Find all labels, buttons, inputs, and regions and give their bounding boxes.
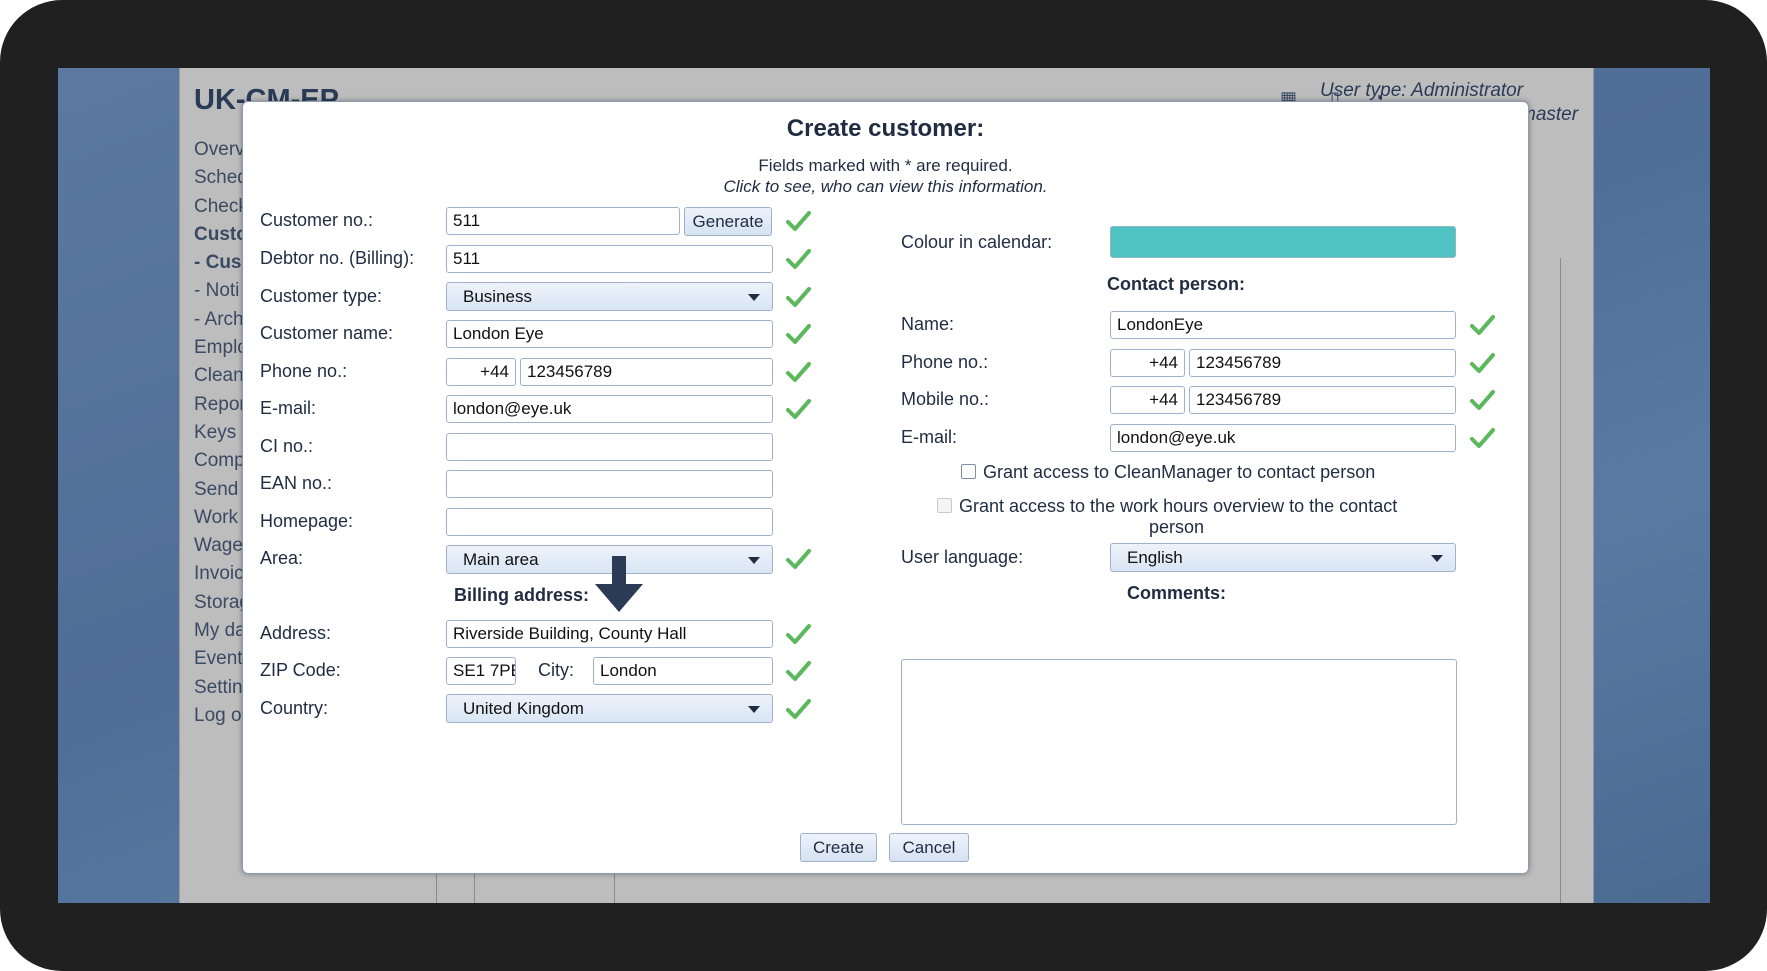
valid-check-icon bbox=[784, 620, 812, 648]
visibility-note[interactable]: Click to see, who can view this informat… bbox=[243, 177, 1528, 197]
customer-name-input[interactable]: London Eye bbox=[446, 320, 773, 348]
contact-phone-label: Phone no.: bbox=[901, 352, 989, 372]
user-language-label: User language: bbox=[901, 547, 1024, 567]
customer-type-select[interactable]: Business bbox=[446, 282, 773, 311]
ean-no-input[interactable] bbox=[446, 470, 773, 498]
contact-mobile-prefix-input[interactable]: +44 bbox=[1110, 386, 1185, 414]
area-value: Main area bbox=[463, 550, 539, 569]
grant-cleanmanager-label: Grant access to CleanManager to contact … bbox=[983, 462, 1376, 482]
city-label: City: bbox=[538, 660, 574, 680]
generate-button[interactable]: Generate bbox=[684, 207, 772, 236]
country-value: United Kingdom bbox=[463, 699, 584, 718]
customer-name-label: Customer name: bbox=[260, 323, 394, 343]
valid-check-icon bbox=[784, 395, 812, 423]
valid-check-icon bbox=[1468, 424, 1496, 452]
user-type-label: User type: Administrator bbox=[1320, 80, 1524, 101]
address-label: Address: bbox=[260, 623, 332, 643]
billing-address-heading: Billing address: bbox=[454, 585, 590, 605]
phone-number-input[interactable]: 123456789 bbox=[520, 358, 773, 386]
grant-workhours-checkbox[interactable] bbox=[937, 498, 952, 513]
valid-check-icon bbox=[1468, 311, 1496, 339]
valid-check-icon bbox=[1468, 349, 1496, 377]
chevron-down-icon bbox=[1431, 555, 1443, 562]
email-input[interactable]: london@eye.uk bbox=[446, 395, 773, 423]
chevron-down-icon bbox=[748, 706, 760, 713]
user-language-value: English bbox=[1127, 548, 1183, 567]
debtor-no-label: Debtor no. (Billing): bbox=[260, 248, 415, 268]
cancel-button[interactable]: Cancel bbox=[889, 833, 969, 862]
grant-workhours-label-cont: person bbox=[1149, 517, 1205, 537]
colour-label: Colour in calendar: bbox=[901, 232, 1053, 252]
ean-no-label: EAN no.: bbox=[260, 473, 333, 493]
city-input[interactable]: London bbox=[593, 657, 773, 685]
homepage-label: Homepage: bbox=[260, 511, 354, 531]
contact-name-input[interactable]: LondonEye bbox=[1110, 311, 1456, 339]
valid-check-icon bbox=[784, 320, 812, 348]
grant-workhours-label: Grant access to the work hours overview … bbox=[959, 496, 1398, 516]
valid-check-icon bbox=[784, 207, 812, 235]
create-button[interactable]: Create bbox=[800, 833, 877, 862]
chevron-down-icon bbox=[748, 294, 760, 301]
dialog-title: Create customer: bbox=[786, 115, 985, 142]
homepage-input[interactable] bbox=[446, 508, 773, 536]
zip-label: ZIP Code: bbox=[260, 660, 341, 680]
chevron-down-icon bbox=[748, 557, 760, 564]
contact-phone-prefix-input[interactable]: +44 bbox=[1110, 349, 1185, 377]
valid-check-icon bbox=[784, 245, 812, 273]
calendar-colour-picker[interactable] bbox=[1110, 226, 1456, 258]
comments-heading: Comments: bbox=[1127, 583, 1227, 603]
valid-check-icon bbox=[1468, 386, 1496, 414]
table-divider bbox=[1560, 258, 1561, 903]
contact-person-heading: Contact person: bbox=[1107, 274, 1246, 294]
contact-mobile-number-input[interactable]: 123456789 bbox=[1189, 386, 1456, 414]
address-input[interactable]: Riverside Building, County Hall bbox=[446, 620, 773, 648]
user-language-select[interactable]: English bbox=[1110, 543, 1456, 572]
valid-check-icon bbox=[784, 545, 812, 573]
area-label: Area: bbox=[260, 548, 304, 568]
arrow-down-icon bbox=[595, 556, 643, 614]
customer-type-value: Business bbox=[463, 287, 532, 306]
debtor-no-input[interactable]: 511 bbox=[446, 245, 773, 273]
contact-name-label: Name: bbox=[901, 314, 955, 334]
valid-check-icon bbox=[784, 657, 812, 685]
required-note: Fields marked with * are required. bbox=[758, 156, 1013, 175]
contact-email-label: E-mail: bbox=[901, 427, 958, 447]
customer-no-input[interactable]: 511 bbox=[446, 207, 680, 235]
country-select[interactable]: United Kingdom bbox=[446, 694, 773, 723]
grant-cleanmanager-checkbox[interactable] bbox=[961, 464, 976, 479]
ci-no-input[interactable] bbox=[446, 433, 773, 461]
contact-mobile-label: Mobile no.: bbox=[901, 389, 990, 409]
customer-no-label: Customer no.: bbox=[260, 210, 374, 230]
contact-phone-number-input[interactable]: 123456789 bbox=[1189, 349, 1456, 377]
email-label: E-mail: bbox=[260, 398, 317, 418]
phone-prefix-input[interactable]: +44 bbox=[446, 358, 516, 386]
ci-no-label: CI no.: bbox=[260, 436, 314, 456]
valid-check-icon bbox=[784, 695, 812, 723]
country-label: Country: bbox=[260, 698, 329, 718]
phone-label: Phone no.: bbox=[260, 361, 348, 381]
valid-check-icon bbox=[784, 358, 812, 386]
comments-textarea[interactable] bbox=[901, 659, 1457, 825]
zip-input[interactable]: SE1 7PE bbox=[446, 657, 516, 685]
contact-email-input[interactable]: london@eye.uk bbox=[1110, 424, 1456, 452]
customer-type-label: Customer type: bbox=[260, 286, 383, 306]
create-customer-dialog: Create customer: Fields marked with * ar… bbox=[242, 101, 1529, 874]
valid-check-icon bbox=[784, 283, 812, 311]
